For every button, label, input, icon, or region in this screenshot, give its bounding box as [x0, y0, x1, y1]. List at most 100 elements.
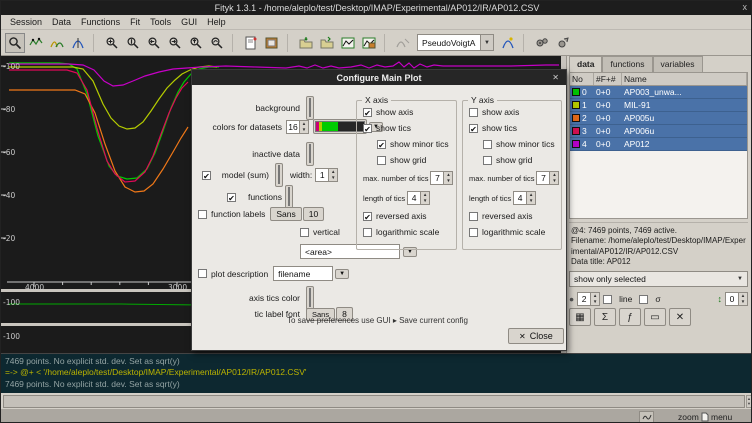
menu-item-functions[interactable]: Functions — [76, 16, 125, 28]
y-reversed-label: reversed axis — [482, 211, 533, 221]
x-show-minor-tics-checkbox[interactable]: ✔ — [377, 140, 386, 149]
x-length-tics-spinner[interactable]: 4▲▼ — [407, 191, 430, 205]
tab-functions[interactable]: functions — [602, 56, 652, 72]
x-log-checkbox[interactable] — [363, 228, 372, 237]
tick-label: 3000 — [168, 283, 187, 292]
tab-variables[interactable]: variables — [653, 56, 703, 72]
session-button[interactable] — [262, 33, 282, 53]
x-show-tics-checkbox[interactable]: ✔ — [363, 124, 372, 133]
plot-description-dropdown[interactable]: filename — [273, 266, 333, 281]
fit-undo-button[interactable] — [532, 33, 552, 53]
y-show-tics-checkbox[interactable]: ✔ — [469, 124, 478, 133]
close-x-icon: ✕ — [519, 332, 526, 341]
save-plot-image-alt-button[interactable] — [359, 33, 379, 53]
console-output[interactable]: 7469 points. No explicit std. dev. Set a… — [1, 353, 752, 393]
sigma-checkbox[interactable] — [639, 295, 648, 304]
model-color-button[interactable] — [275, 163, 283, 187]
command-input[interactable] — [3, 395, 745, 408]
chevron-down-icon[interactable]: ▼ — [335, 269, 349, 279]
model-width-spinner[interactable]: 1▲▼ — [315, 168, 338, 182]
zoom-right-button[interactable] — [165, 33, 185, 53]
background-color-button[interactable] — [306, 96, 314, 120]
menu-item-gui[interactable]: GUI — [176, 16, 202, 28]
zoom-all-button[interactable] — [102, 33, 122, 53]
y-max-tics-spinner[interactable]: 7▲▼ — [536, 171, 559, 185]
x-reversed-label: reversed axis — [376, 211, 427, 221]
zoom-undo-button[interactable] — [207, 33, 227, 53]
sidebar-tabs: datafunctionsvariables — [569, 56, 703, 72]
table-row[interactable]: 00+0AP003_unwa... — [570, 86, 747, 99]
titlebar: Fityk 1.3.1 - /home/aleplo/test/Desktop/… — [1, 1, 752, 15]
peak-draw-mode-button[interactable] — [68, 33, 88, 53]
y-reversed-checkbox[interactable] — [469, 212, 478, 221]
window-title: Fityk 1.3.1 - /home/aleplo/test/Desktop/… — [215, 3, 540, 13]
label-font-size-button[interactable]: 10 — [303, 207, 324, 221]
shift-spinner[interactable]: 0▲▼ — [725, 292, 748, 306]
table-row[interactable]: 10+0MIL-91 — [570, 99, 747, 112]
menu-item-help[interactable]: Help — [202, 16, 231, 28]
fit-run-button[interactable] — [553, 33, 573, 53]
menu-item-tools[interactable]: Tools — [145, 16, 176, 28]
auto-add-peak-button[interactable] — [498, 33, 518, 53]
add-peak-mode-button[interactable] — [47, 33, 67, 53]
x-show-axis-checkbox[interactable]: ✔ — [363, 108, 372, 117]
command-scrollbar[interactable]: ▲▼ — [746, 395, 752, 408]
axis-tics-color-label: axis tics color — [202, 293, 300, 303]
x-log-label: logarithmic scale — [376, 227, 439, 237]
y-show-axis-checkbox[interactable] — [469, 108, 478, 117]
menu-item-data[interactable]: Data — [47, 16, 76, 28]
chevron-down-icon[interactable]: ▼ — [480, 35, 493, 50]
y-show-grid-checkbox[interactable] — [483, 156, 492, 165]
model-checkbox[interactable]: ✔ — [202, 171, 211, 180]
label-font-button[interactable]: Sans — [270, 207, 301, 221]
x-max-tics-spinner[interactable]: 7▲▼ — [430, 171, 453, 185]
table-row[interactable]: 20+0AP005u — [570, 112, 747, 125]
x-reversed-checkbox[interactable]: ✔ — [363, 212, 372, 221]
edit-script-button[interactable] — [241, 33, 261, 53]
info-line: Filename: /home/aleplo/test/Desktop/IMAP… — [571, 236, 746, 257]
dataset-color-swatch — [572, 101, 580, 109]
function-type-dropdown[interactable]: PseudoVoigtA ▼ — [417, 34, 494, 51]
dialog-close-icon[interactable]: ✕ — [552, 73, 559, 82]
y-log-checkbox[interactable] — [469, 228, 478, 237]
y-show-minor-tics-checkbox[interactable] — [483, 140, 492, 149]
window-close-icon[interactable]: x — [743, 2, 748, 12]
filter-dropdown[interactable]: show only selected ▼ — [569, 271, 748, 287]
x-show-tics-label: show tics — [376, 123, 411, 133]
data-range-mode-button[interactable] — [26, 33, 46, 53]
dialog-titlebar[interactable]: Configure Main Plot ✕ — [192, 70, 566, 85]
line-checkbox[interactable] — [603, 295, 612, 304]
append-data-button[interactable] — [317, 33, 337, 53]
zoom-mode-button[interactable] — [5, 33, 25, 53]
functions-checkbox[interactable]: ✔ — [227, 193, 236, 202]
y-max-tics-label: max. number of tics — [469, 174, 534, 183]
x-show-grid-checkbox[interactable] — [377, 156, 386, 165]
point-size-spinner[interactable]: 2▲▼ — [577, 292, 600, 306]
function-button[interactable]: ƒ — [619, 308, 641, 326]
dialog-close-button[interactable]: ✕Close — [508, 328, 564, 344]
menu-item-fit[interactable]: Fit — [125, 16, 145, 28]
sum-button[interactable]: Σ — [594, 308, 616, 326]
dataset-colors-button[interactable]: ▦ — [569, 308, 591, 326]
y-length-tics-spinner[interactable]: 4▲▼ — [513, 191, 536, 205]
menu-item-session[interactable]: Session — [5, 16, 47, 28]
zoom-vertical-button[interactable] — [123, 33, 143, 53]
status-tool-button[interactable] — [639, 411, 654, 423]
save-plot-image-button[interactable] — [338, 33, 358, 53]
function-labels-checkbox[interactable] — [198, 210, 207, 219]
vertical-checkbox[interactable] — [300, 228, 309, 237]
table-row[interactable]: 30+0AP006u — [570, 125, 747, 138]
delete-button[interactable]: ✕ — [669, 308, 691, 326]
x-max-tics-label: max. number of tics — [363, 174, 428, 183]
run-button[interactable]: ▭ — [644, 308, 666, 326]
plot-description-checkbox[interactable] — [198, 269, 207, 278]
dataset-colors-count-spinner[interactable]: 16▲▼ — [286, 120, 309, 134]
load-data-button[interactable] — [296, 33, 316, 53]
table-row[interactable]: 40+0AP012 — [570, 138, 747, 151]
zoom-left-button[interactable] — [144, 33, 164, 53]
zoom-up-button[interactable] — [186, 33, 206, 53]
auto-add-disabled-button[interactable] — [393, 33, 413, 53]
y-show-tics-label: show tics — [482, 123, 517, 133]
functions-color-button[interactable] — [285, 185, 293, 209]
tab-data[interactable]: data — [569, 56, 602, 72]
